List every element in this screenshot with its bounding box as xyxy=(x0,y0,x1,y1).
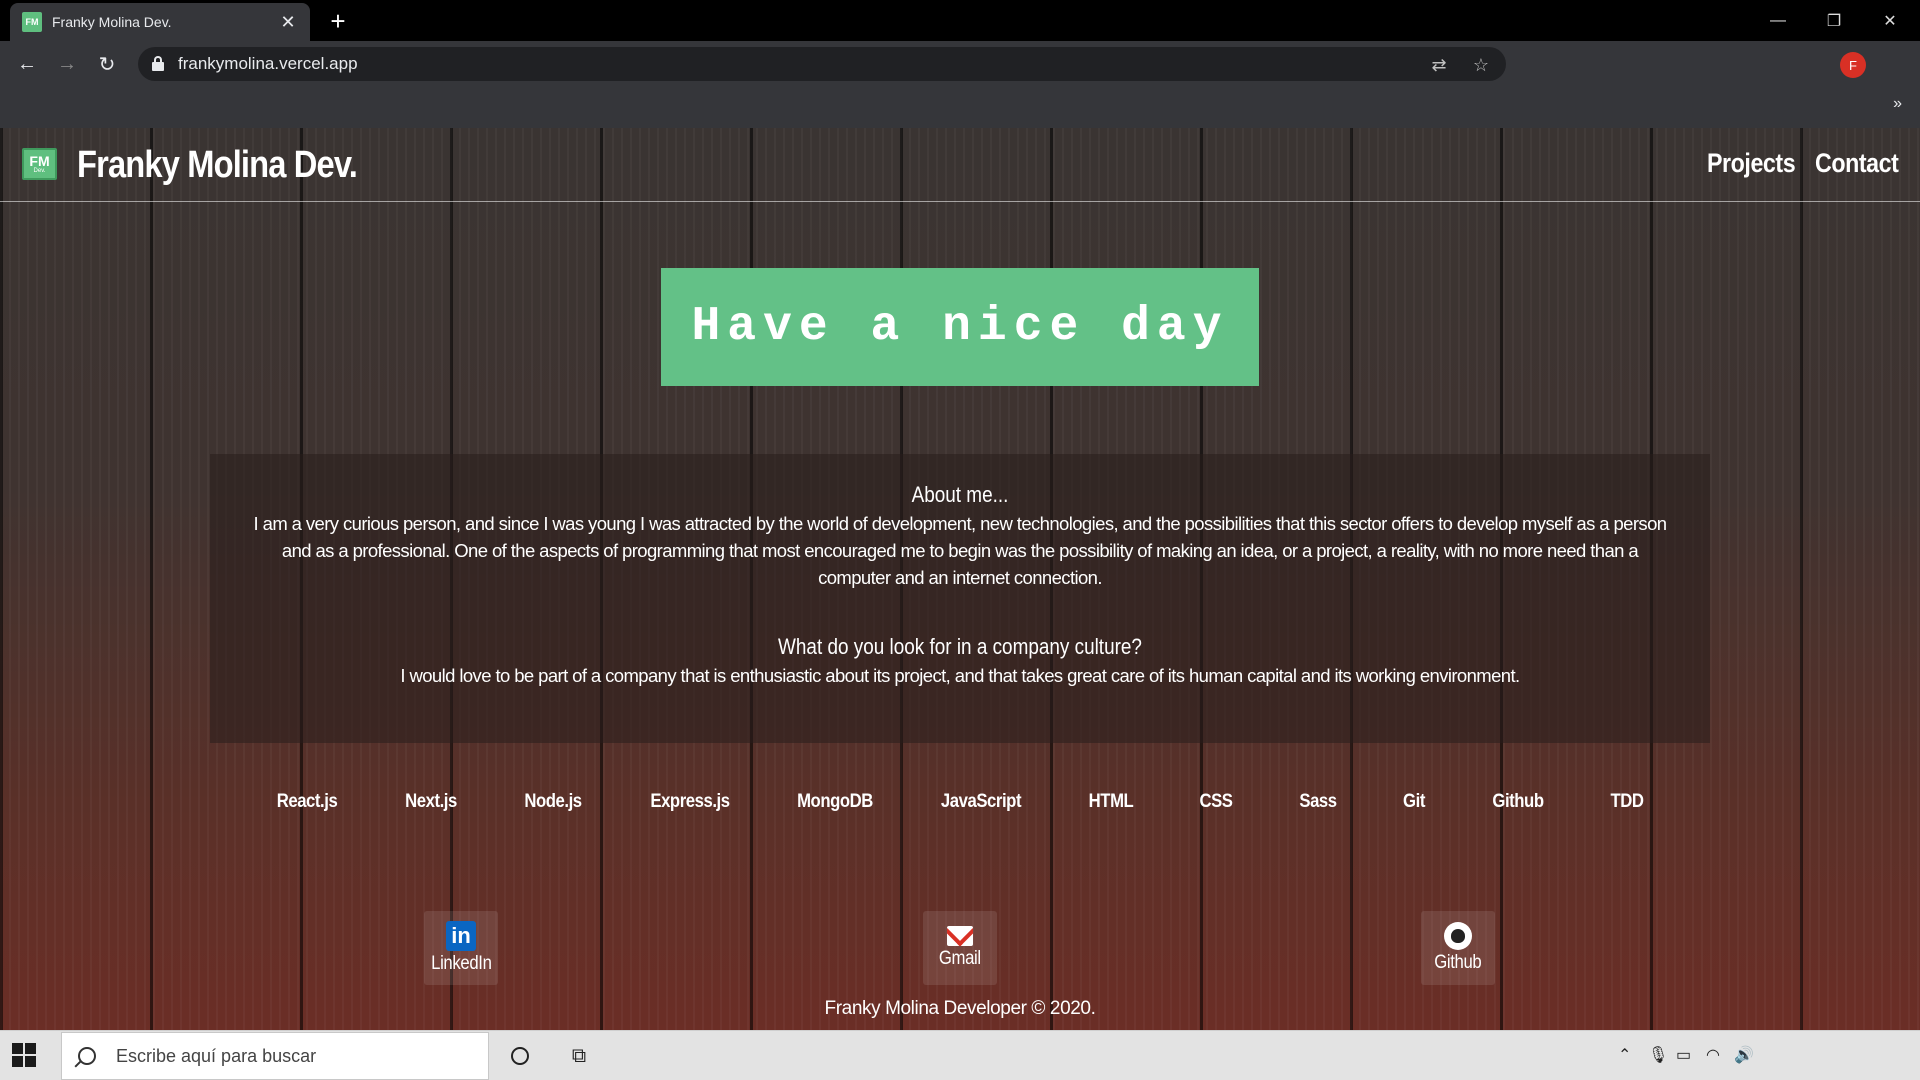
restore-window-icon[interactable]: ❐ xyxy=(1806,0,1862,41)
back-button[interactable]: ← xyxy=(12,49,42,79)
logo-text: FM xyxy=(29,153,50,169)
footer-text: Franky Molina Developer © 2020. xyxy=(824,998,1096,1019)
skill-item: Next.js xyxy=(405,791,457,812)
taskbar-search-input[interactable]: Escribe aquí para buscar xyxy=(61,1032,489,1080)
windows-taskbar: Escribe aquí para buscar ⧉ ⌃ 🎙 ▭ ◠ 🔊 xyxy=(0,1030,1920,1080)
close-tab-icon[interactable]: ✕ xyxy=(278,12,298,33)
skill-item: CSS xyxy=(1199,791,1233,812)
favicon-icon: FM xyxy=(22,12,42,32)
site-header: FM Dev. Franky Molina Dev. Projects Cont… xyxy=(0,128,1920,202)
skill-item: Sass xyxy=(1299,791,1337,812)
microphone-icon[interactable]: 🎙 xyxy=(1648,1045,1668,1065)
forward-button[interactable]: → xyxy=(52,49,82,79)
linkedin-link[interactable]: in LinkedIn xyxy=(424,911,498,985)
page-content: FM Dev. Franky Molina Dev. Projects Cont… xyxy=(0,128,1920,1030)
skill-item: HTML xyxy=(1088,791,1134,812)
browser-toolbar: ← → ↻ frankymolina.vercel.app ⇄ ☆ F xyxy=(0,41,1920,87)
skill-item: TDD xyxy=(1610,791,1644,812)
battery-icon[interactable]: ▭ xyxy=(1676,1045,1691,1065)
gmail-link[interactable]: Gmail xyxy=(923,911,997,985)
skill-item: JavaScript xyxy=(940,791,1022,812)
translate-icon[interactable]: ⇄ xyxy=(1428,54,1450,76)
address-bar[interactable]: frankymolina.vercel.app ⇄ ☆ xyxy=(138,47,1506,81)
volume-icon[interactable]: 🔊 xyxy=(1734,1045,1754,1065)
linkedin-label: LinkedIn xyxy=(430,953,492,974)
nav-contact-link[interactable]: Contact xyxy=(1815,148,1899,179)
lock-icon xyxy=(152,56,164,72)
bookmarks-bar: » xyxy=(0,87,1920,128)
about-heading: About me... xyxy=(911,482,1009,507)
cortana-icon[interactable] xyxy=(507,1043,533,1069)
skills-list: React.js Next.js Node.js Express.js Mong… xyxy=(0,791,1920,819)
hero-text: Have a nice day xyxy=(691,300,1229,354)
reload-button[interactable]: ↻ xyxy=(92,49,122,79)
search-icon xyxy=(78,1047,96,1065)
url-text: frankymolina.vercel.app xyxy=(178,54,358,73)
culture-text: I would love to be part of a company tha… xyxy=(400,665,1520,686)
gmail-label: Gmail xyxy=(939,948,981,969)
task-view-icon[interactable]: ⧉ xyxy=(566,1043,592,1069)
skill-item: Github xyxy=(1492,791,1544,812)
windows-start-icon[interactable] xyxy=(12,1043,38,1069)
browser-tab-strip: FM Franky Molina Dev. ✕ + — ❐ ✕ xyxy=(0,0,1920,41)
about-section: About me... I am a very curious person, … xyxy=(210,454,1710,743)
culture-heading: What do you look for in a company cultur… xyxy=(778,634,1142,659)
gmail-icon xyxy=(947,926,973,946)
logo-subtext: Dev. xyxy=(33,168,46,174)
skill-item: React.js xyxy=(276,791,338,812)
github-icon xyxy=(1444,922,1472,950)
linkedin-icon: in xyxy=(446,921,476,951)
bookmark-star-icon[interactable]: ☆ xyxy=(1470,54,1492,76)
close-window-icon[interactable]: ✕ xyxy=(1862,0,1918,41)
wifi-icon[interactable]: ◠ xyxy=(1706,1045,1720,1065)
new-tab-button[interactable]: + xyxy=(323,6,353,37)
profile-avatar[interactable]: F xyxy=(1840,52,1866,78)
bookmarks-overflow-icon[interactable]: » xyxy=(1893,95,1902,113)
tab-title: Franky Molina Dev. xyxy=(52,14,172,30)
github-link[interactable]: Github xyxy=(1421,911,1495,985)
minimize-window-icon[interactable]: — xyxy=(1750,0,1806,41)
about-text: I am a very curious person, and since I … xyxy=(253,513,1668,588)
taskbar-search-placeholder: Escribe aquí para buscar xyxy=(116,1045,317,1066)
nav-projects-link[interactable]: Projects xyxy=(1707,148,1796,179)
site-logo[interactable]: FM Dev. xyxy=(22,148,57,180)
skill-item: Git xyxy=(1403,791,1425,812)
skill-item: Node.js xyxy=(524,791,582,812)
skill-item: MongoDB xyxy=(797,791,873,812)
browser-tab[interactable]: FM Franky Molina Dev. ✕ xyxy=(10,3,310,41)
github-label: Github xyxy=(1434,952,1482,973)
site-title[interactable]: Franky Molina Dev. xyxy=(77,144,358,187)
hero-banner: Have a nice day xyxy=(661,268,1259,386)
tray-chevron-icon[interactable]: ⌃ xyxy=(1618,1045,1631,1065)
skill-item: Express.js xyxy=(650,791,730,812)
